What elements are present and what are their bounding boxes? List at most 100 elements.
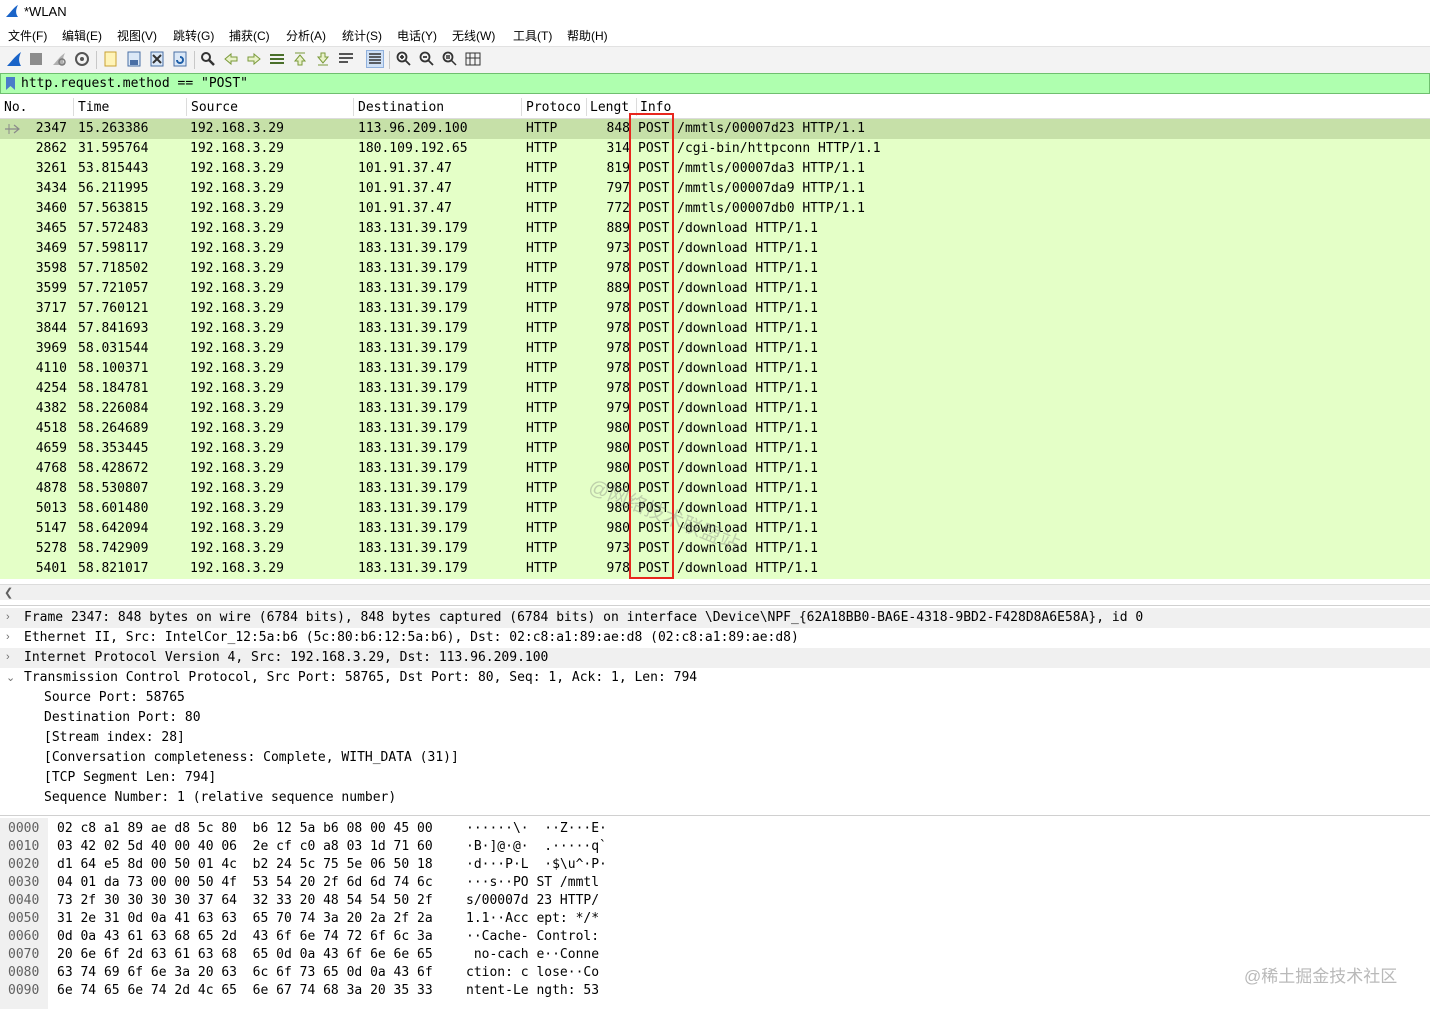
detail-tree-item[interactable]: Internet Protocol Version 4, Src: 192.16… bbox=[24, 650, 548, 670]
byte-hex[interactable]: 03 42 02 5d 40 00 40 06 2e cf c0 a8 03 1… bbox=[57, 839, 433, 857]
column-divider[interactable] bbox=[521, 98, 522, 116]
packet-row[interactable]: 4382 58.226084 192.168.3.29 183.131.39.179 H… bbox=[0, 399, 1430, 419]
packet-row[interactable]: 3460 57.563815 192.168.3.29 101.91.37.47 HTT… bbox=[0, 199, 1430, 219]
menu-capture[interactable]: 捕获(C) bbox=[229, 27, 270, 44]
packet-row[interactable]: 5401 58.821017 192.168.3.29 183.131.39.179 H… bbox=[0, 559, 1430, 579]
byte-ascii[interactable]: ······\· ··Z···E· bbox=[466, 821, 607, 839]
expand-chevron-icon[interactable]: › bbox=[6, 651, 18, 671]
byte-hex[interactable]: 02 c8 a1 89 ae d8 5c 80 b6 12 5a b6 08 0… bbox=[57, 821, 433, 839]
byte-ascii[interactable]: ·B·]@·@· .·····q` bbox=[466, 839, 607, 857]
packet-row[interactable]: 4110 58.100371 192.168.3.29 183.131.39.179 H… bbox=[0, 359, 1430, 379]
last-icon[interactable] bbox=[315, 51, 331, 67]
byte-offset[interactable]: 0020 bbox=[8, 857, 39, 875]
column-divider[interactable] bbox=[186, 98, 187, 116]
byte-offset[interactable]: 0060 bbox=[8, 929, 39, 947]
menu-tools[interactable]: 工具(T) bbox=[513, 27, 552, 44]
zoom-in-icon[interactable] bbox=[396, 51, 412, 67]
byte-offset[interactable]: 0040 bbox=[8, 893, 39, 911]
colorize-icon[interactable] bbox=[366, 50, 384, 68]
zoom-out-icon[interactable] bbox=[419, 51, 435, 67]
detail-field[interactable]: [TCP Segment Len: 794] bbox=[44, 770, 216, 790]
save-icon[interactable] bbox=[126, 51, 142, 67]
restart-icon[interactable] bbox=[51, 51, 67, 67]
find-icon[interactable] bbox=[200, 51, 216, 67]
byte-hex[interactable]: d1 64 e5 8d 00 50 01 4c b2 24 5c 75 5e 0… bbox=[57, 857, 433, 875]
menu-file[interactable]: 文件(F) bbox=[8, 27, 47, 44]
column-divider[interactable] bbox=[73, 98, 74, 116]
goto-icon[interactable] bbox=[269, 51, 285, 67]
menu-telephony[interactable]: 电话(Y) bbox=[397, 27, 437, 44]
open-icon[interactable] bbox=[103, 51, 119, 67]
packet-row[interactable]: 3844 57.841693 192.168.3.29 183.131.39.179 H… bbox=[0, 319, 1430, 339]
scroll-left-icon[interactable]: ❮ bbox=[4, 586, 13, 599]
packet-row[interactable]: 4768 58.428672 192.168.3.29 183.131.39.179 H… bbox=[0, 459, 1430, 479]
byte-hex[interactable]: 6e 74 65 6e 74 2d 4c 65 6e 67 74 68 3a 2… bbox=[57, 983, 433, 1001]
byte-offset[interactable]: 0000 bbox=[8, 821, 39, 839]
byte-ascii[interactable]: ction: c lose··Co bbox=[466, 965, 599, 983]
column-header-time[interactable]: Time bbox=[78, 100, 178, 115]
byte-offset[interactable]: 0070 bbox=[8, 947, 39, 965]
detail-field[interactable]: Sequence Number: 1 (relative sequence nu… bbox=[44, 790, 396, 810]
byte-offset[interactable]: 0030 bbox=[8, 875, 39, 893]
byte-ascii[interactable]: no-cach e··Conne bbox=[466, 947, 599, 965]
packet-row[interactable]: 3717 57.760121 192.168.3.29 183.131.39.179 H… bbox=[0, 299, 1430, 319]
column-header-info[interactable]: Info bbox=[640, 100, 840, 115]
packet-row[interactable]: 2862 31.595764 192.168.3.29 180.109.192.65 H… bbox=[0, 139, 1430, 159]
byte-hex[interactable]: 31 2e 31 0d 0a 41 63 63 65 70 74 3a 20 2… bbox=[57, 911, 433, 929]
horizontal-scrollbar[interactable]: ❮ bbox=[0, 584, 1430, 600]
byte-ascii[interactable]: ···s··PO ST /mmtl bbox=[466, 875, 599, 893]
byte-hex[interactable]: 63 74 69 6f 6e 3a 20 63 6c 6f 73 65 0d 0… bbox=[57, 965, 433, 983]
column-divider[interactable] bbox=[586, 98, 587, 116]
packet-row[interactable]: 5147 58.642094 192.168.3.29 183.131.39.179 H… bbox=[0, 519, 1430, 539]
byte-hex[interactable]: 20 6e 6f 2d 63 61 63 68 65 0d 0a 43 6f 6… bbox=[57, 947, 433, 965]
detail-field[interactable]: [Conversation completeness: Complete, WI… bbox=[44, 750, 459, 770]
byte-hex[interactable]: 73 2f 30 30 30 30 37 64 32 33 20 48 54 5… bbox=[57, 893, 433, 911]
column-header-destination[interactable]: Destination bbox=[358, 100, 518, 115]
collapse-chevron-icon[interactable]: ⌄ bbox=[6, 671, 18, 691]
packet-row[interactable]: 5013 58.601480 192.168.3.29 183.131.39.179 H… bbox=[0, 499, 1430, 519]
byte-ascii[interactable]: s/00007d 23 HTTP/ bbox=[466, 893, 599, 911]
byte-ascii[interactable]: ··Cache- Control: bbox=[466, 929, 599, 947]
expand-chevron-icon[interactable]: › bbox=[6, 611, 18, 631]
packet-row[interactable]: 4518 58.264689 192.168.3.29 183.131.39.179 H… bbox=[0, 419, 1430, 439]
packet-row[interactable]: 3434 56.211995 192.168.3.29 101.91.37.47 HTT… bbox=[0, 179, 1430, 199]
options-icon[interactable] bbox=[74, 51, 90, 67]
byte-offset[interactable]: 0080 bbox=[8, 965, 39, 983]
packet-row[interactable]: 5278 58.742909 192.168.3.29 183.131.39.179 H… bbox=[0, 539, 1430, 559]
packet-row[interactable]: 3261 53.815443 192.168.3.29 101.91.37.47 HTT… bbox=[0, 159, 1430, 179]
column-header-no[interactable]: No. bbox=[4, 100, 68, 115]
column-header-protocol[interactable]: Protoco bbox=[526, 100, 586, 115]
packet-row[interactable]: 3969 58.031544 192.168.3.29 183.131.39.179 H… bbox=[0, 339, 1430, 359]
menu-statistics[interactable]: 统计(S) bbox=[342, 27, 382, 44]
column-divider[interactable] bbox=[636, 98, 637, 116]
byte-ascii[interactable]: ntent-Le ngth: 53 bbox=[466, 983, 599, 1001]
display-filter-input[interactable] bbox=[21, 74, 1421, 93]
detail-field[interactable]: Source Port: 58765 bbox=[44, 690, 185, 710]
packet-row[interactable]: 3598 57.718502 192.168.3.29 183.131.39.179 H… bbox=[0, 259, 1430, 279]
byte-hex[interactable]: 04 01 da 73 00 00 50 4f 53 54 20 2f 6d 6… bbox=[57, 875, 433, 893]
back-icon[interactable] bbox=[223, 51, 239, 67]
menu-wireless[interactable]: 无线(W) bbox=[452, 27, 495, 44]
zoom-normal-icon[interactable] bbox=[442, 51, 458, 67]
column-header-source[interactable]: Source bbox=[191, 100, 351, 115]
menu-view[interactable]: 视图(V) bbox=[117, 27, 157, 44]
menu-analyze[interactable]: 分析(A) bbox=[286, 27, 326, 44]
close-file-icon[interactable] bbox=[149, 51, 165, 67]
autoscroll-icon[interactable] bbox=[338, 51, 354, 67]
packet-row[interactable]: 4878 58.530807 192.168.3.29 183.131.39.179 H… bbox=[0, 479, 1430, 499]
byte-offset[interactable]: 0050 bbox=[8, 911, 39, 929]
packet-row[interactable]: 3465 57.572483 192.168.3.29 183.131.39.179 H… bbox=[0, 219, 1430, 239]
byte-ascii[interactable]: 1.1··Acc ept: */* bbox=[466, 911, 599, 929]
packet-row[interactable]: 3599 57.721057 192.168.3.29 183.131.39.179 H… bbox=[0, 279, 1430, 299]
detail-tree-item[interactable]: Ethernet II, Src: IntelCor_12:5a:b6 (5c:… bbox=[24, 630, 799, 650]
byte-offset[interactable]: 0010 bbox=[8, 839, 39, 857]
menu-go[interactable]: 跳转(G) bbox=[173, 27, 214, 44]
byte-hex[interactable]: 0d 0a 43 61 63 68 65 2d 43 6f 6e 74 72 6… bbox=[57, 929, 433, 947]
menu-edit[interactable]: 编辑(E) bbox=[62, 27, 102, 44]
menu-help[interactable]: 帮助(H) bbox=[567, 27, 608, 44]
forward-icon[interactable] bbox=[246, 51, 262, 67]
resize-columns-icon[interactable] bbox=[465, 51, 481, 67]
stop-icon[interactable] bbox=[28, 51, 44, 67]
detail-field[interactable]: Destination Port: 80 bbox=[44, 710, 201, 730]
bookmark-icon[interactable] bbox=[5, 76, 16, 91]
